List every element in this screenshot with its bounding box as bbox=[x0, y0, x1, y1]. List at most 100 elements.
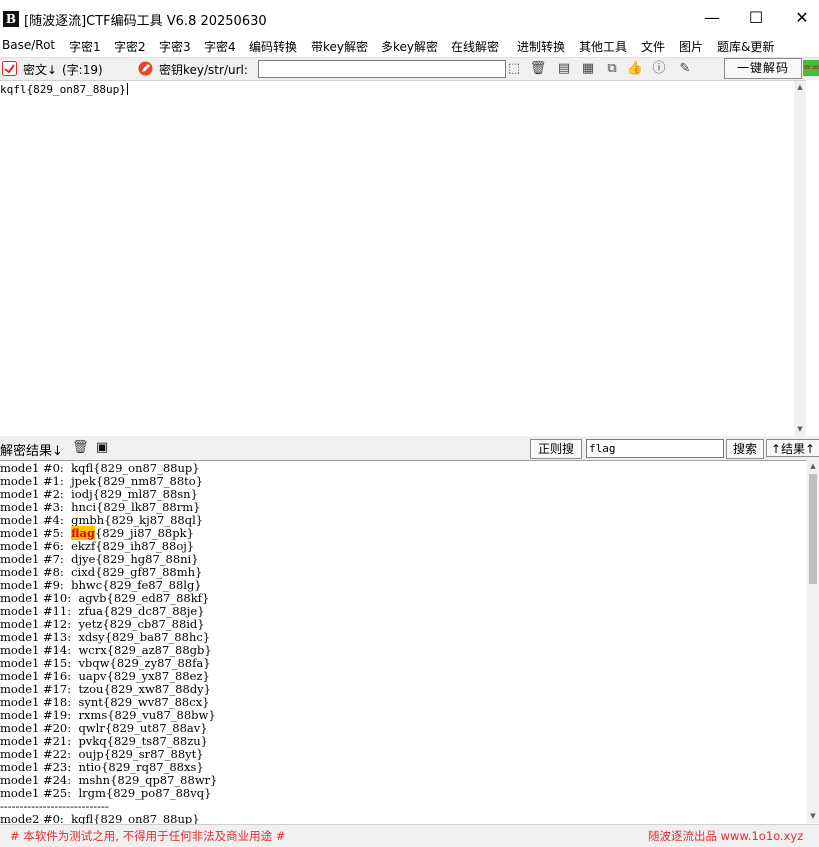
result-key: bhwc bbox=[71, 578, 103, 592]
search-input[interactable] bbox=[586, 439, 724, 458]
result-key: yetz bbox=[78, 617, 103, 631]
edit-icon[interactable]: ✎ bbox=[676, 60, 694, 78]
menu-radix-convert[interactable]: 进制转换 bbox=[517, 38, 565, 55]
result-copy-icon[interactable]: ▣ bbox=[94, 439, 110, 457]
result-mode-label: mode1 #12: bbox=[0, 617, 79, 631]
menu-base-rot[interactable]: Base/Rot bbox=[2, 38, 55, 52]
scroll-up-icon[interactable]: ▲ bbox=[807, 460, 819, 472]
scroll-down-icon[interactable]: ▼ bbox=[807, 810, 819, 822]
input-scrollbar[interactable]: ▲ ▼ bbox=[794, 81, 806, 437]
terminal-icon[interactable]: ▤ bbox=[555, 60, 573, 78]
menu-file[interactable]: 文件 bbox=[641, 38, 665, 55]
result-key: gmbh bbox=[71, 513, 105, 527]
scroll-up-icon[interactable]: ▲ bbox=[794, 81, 806, 93]
result-value: {829_zy87_88fa} bbox=[109, 656, 211, 670]
menu-online-decrypt[interactable]: 在线解密 bbox=[451, 38, 499, 55]
select-cursor-icon[interactable]: ⬚ bbox=[505, 60, 523, 78]
result-mode-label: mode1 #11: bbox=[0, 604, 79, 618]
menu-other-tools[interactable]: 其他工具 bbox=[579, 38, 627, 55]
result-mode-label: mode1 #1: bbox=[0, 474, 72, 488]
decrypt-results-area[interactable]: mode1 #0: kqfl{829_on87_88up} mode1 #1: j… bbox=[0, 460, 806, 824]
result-value: {829_cb87_88id} bbox=[102, 617, 205, 631]
result-key: cixd bbox=[71, 565, 96, 579]
menu-encoding[interactable]: 编码转换 bbox=[249, 38, 297, 55]
key-input[interactable] bbox=[258, 60, 506, 78]
title-bar: B [随波逐流]CTF编码工具 V6.8 20250630 — ☐ ✕ bbox=[0, 0, 819, 36]
menu-library-update[interactable]: 题库&更新 bbox=[717, 38, 774, 55]
result-label: 解密结果↓ bbox=[0, 444, 63, 459]
result-key: xdsy bbox=[78, 630, 105, 644]
result-value: {829_fe87_88lg} bbox=[102, 578, 202, 592]
result-value: {829_ji87_88pk} bbox=[94, 526, 194, 540]
regex-search-button[interactable]: 正则搜 bbox=[530, 439, 582, 459]
result-key: pvkq bbox=[78, 734, 107, 748]
result-mode-label: mode1 #19: bbox=[0, 708, 79, 722]
result-key: kqfl bbox=[71, 812, 94, 825]
result-mode-label: mode1 #22: bbox=[0, 747, 79, 761]
result-value: {829_ih87_88oj} bbox=[95, 539, 195, 553]
result-mode-label: mode1 #2: bbox=[0, 487, 72, 501]
result-value: {829_ba87_88hc} bbox=[104, 630, 211, 644]
key-label: 密钥key/str/url: bbox=[159, 63, 248, 77]
menu-multikey-decrypt[interactable]: 多key解密 bbox=[381, 38, 438, 55]
result-mode-label: mode1 #9: bbox=[0, 578, 72, 592]
result-key: agvb bbox=[78, 591, 107, 605]
grid-icon[interactable]: ▦ bbox=[579, 60, 597, 78]
ciphertext-text: kqfl{829_on87_88up} bbox=[0, 83, 128, 96]
result-value: {829_gf87_88mh} bbox=[95, 565, 203, 579]
result-mode-label: mode1 #14: bbox=[0, 643, 79, 657]
import-arrow-icon[interactable] bbox=[2, 61, 17, 76]
result-trash-icon[interactable]: 🗑 bbox=[72, 439, 89, 457]
thumbs-up-icon[interactable]: 👍 bbox=[626, 60, 644, 78]
output-scrollbar[interactable]: ▲ ▼ bbox=[807, 460, 819, 823]
menu-zimi4[interactable]: 字密4 bbox=[204, 38, 236, 55]
result-key: tzou bbox=[78, 682, 104, 696]
ciphertext-input-area[interactable]: kqfl{829_on87_88up} ▲ ▼ bbox=[0, 80, 806, 437]
menu-zimi3[interactable]: 字密3 bbox=[159, 38, 191, 55]
search-button[interactable]: 搜索 bbox=[726, 439, 764, 459]
result-mode-label: mode1 #8: bbox=[0, 565, 72, 579]
menu-key-decrypt[interactable]: 带key解密 bbox=[311, 38, 368, 55]
result-mode-label: ---------------------------- bbox=[0, 799, 109, 813]
result-value: {829_sr87_88yt} bbox=[103, 747, 204, 761]
result-value: {829_kj87_88ql} bbox=[104, 513, 204, 527]
result-key: ekzf bbox=[71, 539, 96, 553]
result-key: ntio bbox=[78, 760, 102, 774]
result-key: rxms bbox=[78, 708, 108, 722]
result-mode-label: mode1 #18: bbox=[0, 695, 79, 709]
result-mode-label: mode1 #23: bbox=[0, 760, 79, 774]
one-click-decode-button[interactable]: 一键解码 bbox=[724, 58, 802, 79]
help-icon[interactable]: ⓘ bbox=[650, 60, 668, 78]
result-mode-label: mode1 #7: bbox=[0, 552, 72, 566]
edge-status-indicator: == bbox=[803, 60, 819, 76]
result-key: synt bbox=[78, 695, 103, 709]
menu-zimi2[interactable]: 字密2 bbox=[114, 38, 146, 55]
results-nav-button[interactable]: ↑结果↑ bbox=[766, 439, 819, 457]
close-button[interactable]: ✕ bbox=[779, 0, 819, 36]
result-value: {829_lk87_88rm} bbox=[96, 500, 201, 514]
trash-icon[interactable]: 🗑 bbox=[529, 60, 547, 78]
menu-zimi1[interactable]: 字密1 bbox=[69, 38, 101, 55]
maximize-button[interactable]: ☐ bbox=[733, 0, 779, 36]
author-credit: 随波逐流出品 www.1o1o.xyz bbox=[648, 829, 804, 843]
scroll-down-icon[interactable]: ▼ bbox=[794, 423, 806, 435]
crop-icon[interactable]: ⧉ bbox=[603, 60, 621, 78]
minimize-button[interactable]: — bbox=[689, 0, 735, 36]
result-value: {829_ut87_88av} bbox=[104, 721, 208, 735]
scroll-thumb[interactable] bbox=[809, 474, 817, 584]
result-mode-label: mode1 #4: bbox=[0, 513, 72, 527]
result-key: zfua bbox=[78, 604, 104, 618]
char-count: (字:19) bbox=[62, 63, 103, 77]
result-value: {829_qp87_88wr} bbox=[110, 773, 218, 787]
result-mode-label: mode1 #0: bbox=[0, 461, 72, 475]
result-mode-label: mode1 #21: bbox=[0, 734, 79, 748]
disclaimer-text: # 本软件为测试之用, 不得用于任何非法及商业用途 # bbox=[10, 829, 286, 843]
pencil-icon[interactable] bbox=[138, 61, 153, 76]
result-value: {829_ed87_88kf} bbox=[106, 591, 210, 605]
result-mode-label: mode1 #13: bbox=[0, 630, 79, 644]
result-mode-label: mode1 #25: bbox=[0, 786, 79, 800]
menu-image[interactable]: 图片 bbox=[679, 38, 703, 55]
result-value: {829_dc87_88je} bbox=[103, 604, 205, 618]
result-value: {829_rq87_88xs} bbox=[101, 760, 204, 774]
result-value: {829_az87_88gb} bbox=[106, 643, 212, 657]
